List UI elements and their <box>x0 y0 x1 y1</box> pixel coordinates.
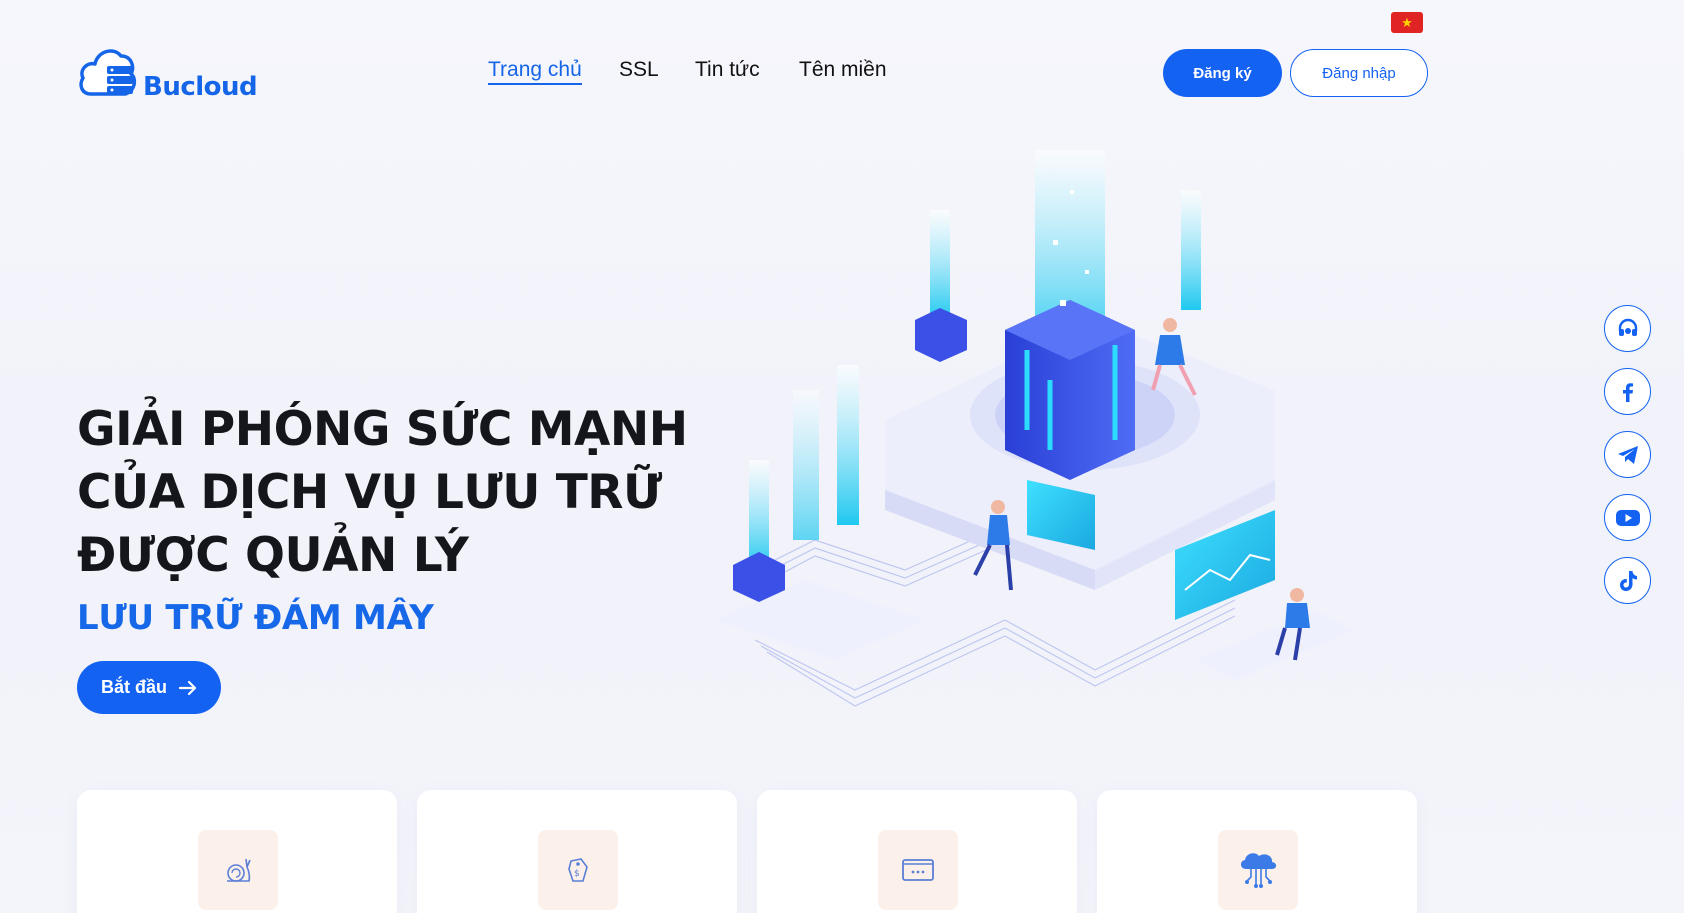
facebook-icon <box>1622 382 1633 402</box>
price-tag-icon: $ <box>568 858 588 882</box>
tiktok-icon <box>1619 570 1637 591</box>
logo[interactable]: Bucloud <box>77 44 262 106</box>
login-button[interactable]: Đăng nhập <box>1290 49 1428 97</box>
social-sidebar <box>1604 305 1651 604</box>
feature-cards: $ <box>77 790 1417 913</box>
feature-card[interactable] <box>77 790 397 913</box>
terminal-window-icon <box>902 859 934 881</box>
support-button[interactable] <box>1604 305 1651 352</box>
facebook-button[interactable] <box>1604 368 1651 415</box>
site-header: Bucloud ★ Trang chủ SSL Tin tức Tên miền… <box>0 0 1684 130</box>
cloud-network-icon <box>1240 853 1277 888</box>
hero-title: GIẢI PHÓNG SỨC MẠNH CỦA DỊCH VỤ LƯU TRỮ … <box>77 398 697 587</box>
nav-item-home[interactable]: Trang chủ <box>488 58 582 85</box>
hero-title-line: CỦA DỊCH VỤ LƯU TRỮ <box>77 465 662 520</box>
svg-text:$: $ <box>574 869 580 879</box>
youtube-icon <box>1615 509 1640 526</box>
support-headset-icon <box>1618 318 1637 336</box>
feature-icon-box <box>878 830 958 910</box>
nav-item-ssl[interactable]: SSL <box>619 58 659 82</box>
hero-subtitle: LƯU TRỮ ĐÁM MÂY <box>77 598 434 638</box>
feature-card[interactable]: $ <box>417 790 737 913</box>
arrow-right-icon <box>179 680 197 695</box>
get-started-button[interactable]: Bắt đầu <box>77 661 221 714</box>
feature-icon-box <box>198 830 278 910</box>
feature-card[interactable] <box>1097 790 1417 913</box>
register-button[interactable]: Đăng ký <box>1163 49 1282 97</box>
hero-title-line: GIẢI PHÓNG SỨC MẠNH <box>77 402 688 457</box>
get-started-label: Bắt đầu <box>100 677 167 697</box>
hero-isometric-illustration <box>715 150 1355 707</box>
cloud-server-logo-icon <box>79 49 137 96</box>
nav-item-news[interactable]: Tin tức <box>695 58 760 82</box>
feature-card[interactable] <box>757 790 1077 913</box>
tiktok-button[interactable] <box>1604 557 1651 604</box>
telegram-button[interactable] <box>1604 431 1651 478</box>
brand-name: Bucloud <box>143 72 258 102</box>
nav-item-domain[interactable]: Tên miền <box>799 58 887 82</box>
hero-title-line: ĐƯỢC QUẢN LÝ <box>77 528 469 583</box>
feature-icon-box <box>1218 830 1298 910</box>
snail-icon <box>227 858 251 882</box>
language-flag-vn-icon[interactable]: ★ <box>1391 12 1423 33</box>
feature-icon-box: $ <box>538 830 618 910</box>
telegram-icon <box>1617 445 1638 464</box>
youtube-button[interactable] <box>1604 494 1651 541</box>
